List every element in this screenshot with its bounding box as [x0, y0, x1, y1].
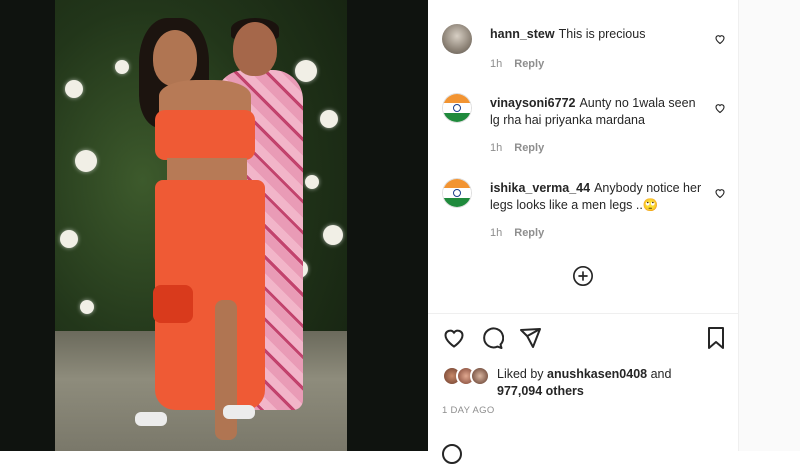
flower-decoration	[75, 150, 97, 172]
flower-decoration	[115, 60, 129, 74]
liked-by-and: and	[650, 367, 672, 381]
comment-username[interactable]: ishika_verma_44	[490, 181, 590, 195]
comment-time: 1h	[490, 227, 503, 239]
man-head	[233, 22, 277, 76]
woman-top	[155, 110, 255, 160]
emoji-icon[interactable]	[442, 444, 462, 464]
liker-avatars[interactable]	[442, 366, 492, 386]
likes-count[interactable]: 977,094 others	[497, 384, 584, 398]
user-avatar[interactable]	[442, 178, 472, 208]
flower-decoration	[80, 300, 94, 314]
reply-button[interactable]: Reply	[514, 58, 544, 70]
post-timestamp[interactable]: 1 DAY AGO	[442, 405, 495, 416]
liked-by-label: Liked by	[497, 367, 544, 381]
heart-icon[interactable]	[714, 32, 726, 45]
shoe	[135, 412, 167, 426]
comment-text: vinaysoni6772 Aunty no 1wala seen lg rha …	[490, 95, 705, 129]
comment-time: 1h	[490, 142, 503, 154]
flower-decoration	[305, 175, 319, 189]
comment-username[interactable]: vinaysoni6772	[490, 96, 575, 110]
scrollbar[interactable]	[738, 0, 800, 451]
comment-bubble-icon[interactable]	[480, 326, 505, 350]
flower-decoration	[60, 230, 78, 248]
india-flag-icon	[442, 93, 472, 123]
comments-panel: hann_stew This is precious 1h Reply vinays…	[428, 0, 738, 464]
heart-icon[interactable]	[714, 101, 726, 114]
woman-head	[153, 30, 197, 86]
india-flag-icon	[442, 178, 472, 208]
comment-username[interactable]: hann_stew	[490, 27, 555, 41]
flower-decoration	[323, 225, 343, 245]
comment-body: This is precious	[558, 27, 646, 41]
load-more-comments-icon[interactable]	[572, 265, 594, 287]
reply-button[interactable]: Reply	[514, 227, 544, 239]
reply-button[interactable]: Reply	[514, 142, 544, 154]
share-paper-plane-icon[interactable]	[518, 326, 542, 350]
divider	[428, 313, 738, 314]
liked-by-text: Liked by anushkasen0408 and 977,094 othe…	[497, 366, 737, 400]
like-heart-icon[interactable]	[442, 326, 466, 350]
bookmark-icon[interactable]	[704, 326, 728, 350]
liked-by-username[interactable]: anushkasen0408	[547, 367, 647, 381]
handbag	[153, 285, 193, 323]
flower-decoration	[320, 110, 338, 128]
user-avatar[interactable]	[442, 24, 472, 54]
comment-meta: 1h Reply	[490, 227, 544, 239]
comment-time: 1h	[490, 58, 503, 70]
comment-meta: 1h Reply	[490, 142, 544, 154]
comment-text: hann_stew This is precious	[490, 26, 705, 43]
post-actions	[442, 326, 732, 352]
flower-decoration	[295, 60, 317, 82]
post-media[interactable]	[0, 0, 428, 451]
shoe	[223, 405, 255, 419]
flower-decoration	[65, 80, 83, 98]
comment-meta: 1h Reply	[490, 58, 544, 70]
user-avatar[interactable]	[442, 93, 472, 123]
comment-text: ishika_verma_44 Anybody notice her legs l…	[490, 180, 705, 214]
post-photo	[55, 0, 347, 451]
liker-avatar	[470, 366, 490, 386]
heart-icon[interactable]	[714, 186, 726, 199]
woman-leg	[215, 300, 237, 440]
